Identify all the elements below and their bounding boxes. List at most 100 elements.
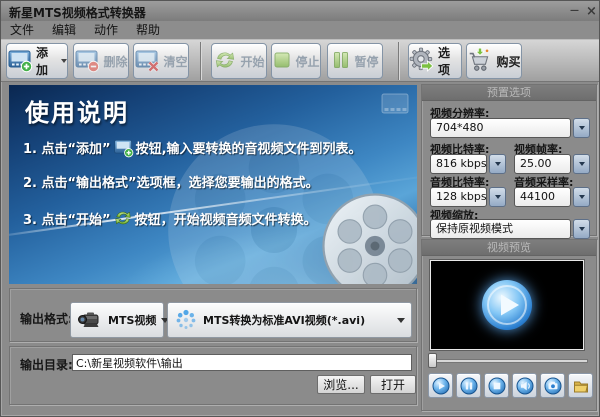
- output-format-select[interactable]: MTS转换为标准AVI视频(*.avi): [167, 302, 412, 338]
- start-button[interactable]: 开始: [211, 43, 267, 79]
- video-resolution-select[interactable]: 704*480: [430, 118, 590, 138]
- audio-samplerate-select[interactable]: 44100: [514, 187, 590, 207]
- close-icon[interactable]: ×: [584, 4, 599, 18]
- audio-samplerate-value[interactable]: 44100: [514, 187, 571, 207]
- pause-bars-icon: [331, 50, 351, 73]
- window-title: 新星MTS视频格式转换器: [9, 4, 146, 21]
- add-button[interactable]: 添加: [6, 43, 68, 79]
- player-stop-button[interactable]: [484, 373, 509, 398]
- buy-button-label: 购买: [496, 53, 520, 70]
- dropdown-arrow-icon[interactable]: [573, 118, 590, 138]
- step2-text: 2. 点击“输出格式”选项框，选择您要输出的格式。: [23, 172, 319, 191]
- instructions-heading: 使用说明: [25, 93, 129, 128]
- instruction-panel: 使用说明 1. 点击“添加” 按钮,输入要转换的音视频文件到列表。 2. 点击“…: [9, 85, 417, 284]
- big-play-icon[interactable]: [479, 277, 535, 333]
- stop-icon: [488, 377, 506, 395]
- stop-square-icon: [272, 50, 292, 73]
- clear-button-label: 清空: [163, 53, 187, 70]
- player-pause-button[interactable]: [456, 373, 481, 398]
- cart-icon: [467, 47, 493, 76]
- dropdown-arrow-icon[interactable]: [573, 187, 590, 207]
- player-play-button[interactable]: [428, 373, 453, 398]
- add-dropdown-arrow-icon: [61, 59, 67, 63]
- video-bitrate-select[interactable]: 816 kbps: [430, 154, 506, 174]
- menu-edit[interactable]: 编辑: [43, 21, 85, 39]
- preset-panel-header: 预置选项: [422, 85, 596, 101]
- menu-action[interactable]: 动作: [85, 21, 127, 39]
- title-bar: 新星MTS视频格式转换器 — ×: [1, 1, 599, 21]
- stop-button-label: 停止: [295, 53, 319, 70]
- pause-icon: [460, 377, 478, 395]
- film-remove-icon: [74, 47, 100, 76]
- output-dir-input[interactable]: [72, 354, 412, 371]
- player-mute-button[interactable]: [512, 373, 537, 398]
- options-button-label: 选项: [438, 44, 461, 78]
- folder-icon: [572, 377, 590, 395]
- browse-button[interactable]: 浏览...: [317, 375, 365, 394]
- gear-icon: [409, 47, 435, 76]
- minimize-icon[interactable]: —: [567, 4, 582, 18]
- options-button[interactable]: 选项: [408, 43, 462, 79]
- step1-text-cont: 按钮,输入要转换的音视频文件到列表。: [136, 138, 362, 157]
- start-refresh-icon: [113, 208, 133, 228]
- stop-button[interactable]: 停止: [271, 43, 321, 79]
- camera-icon: [544, 377, 562, 395]
- menu-file[interactable]: 文件: [1, 21, 43, 39]
- video-scale-value[interactable]: 保持原视频模式: [430, 219, 571, 239]
- film-add-icon: [113, 137, 134, 158]
- device-type-select[interactable]: MTS视频: [70, 302, 164, 338]
- buy-button[interactable]: 购买: [466, 43, 522, 79]
- film-reel-icon: [319, 190, 417, 284]
- device-type-value: MTS视频: [108, 312, 156, 328]
- film-clear-icon: [134, 47, 160, 76]
- dropdown-arrow-icon[interactable]: [489, 187, 506, 207]
- format-dots-icon: [174, 308, 198, 332]
- delete-button[interactable]: 删除: [73, 43, 129, 79]
- video-framerate-value[interactable]: 25.00: [514, 154, 571, 174]
- video-framerate-select[interactable]: 25.00: [514, 154, 590, 174]
- play-icon: [432, 377, 450, 395]
- video-bitrate-value[interactable]: 816 kbps: [430, 154, 487, 174]
- seek-slider-track[interactable]: [432, 359, 588, 363]
- audio-bitrate-select[interactable]: 128 kbps: [430, 187, 506, 207]
- step3-text: 3. 点击“开始”: [23, 209, 111, 228]
- start-button-label: 开始: [240, 53, 264, 70]
- output-directory-panel: 输出目录: 浏览... 打开: [9, 346, 417, 405]
- toolbar-separator: [200, 42, 201, 80]
- preset-options-panel: 预置选项 视频分辨率: 704*480 视频比特率: 视频帧率: 816 kbp…: [421, 84, 597, 236]
- open-button[interactable]: 打开: [370, 375, 416, 394]
- preview-screen[interactable]: [430, 260, 584, 350]
- film-frames-icon: [381, 93, 409, 118]
- dropdown-arrow-icon[interactable]: [573, 219, 590, 239]
- toolbar-separator: [398, 42, 399, 80]
- video-preview-panel: 视频预览: [421, 239, 597, 411]
- clear-button[interactable]: 清空: [133, 43, 189, 79]
- output-dir-label: 输出目录:: [20, 356, 73, 373]
- pause-button-label: 暂停: [354, 53, 378, 70]
- menu-help[interactable]: 帮助: [127, 21, 169, 39]
- audio-bitrate-value[interactable]: 128 kbps: [430, 187, 487, 207]
- video-resolution-value[interactable]: 704*480: [430, 118, 571, 138]
- dropdown-arrow-icon[interactable]: [573, 154, 590, 174]
- add-button-label: 添加: [36, 44, 58, 78]
- dropdown-arrow-icon[interactable]: [489, 154, 506, 174]
- step3-text-cont: 按钮，开始视频音频文件转换。: [135, 209, 317, 228]
- output-format-label: 输出格式:: [20, 310, 73, 327]
- video-scale-select[interactable]: 保持原视频模式: [430, 219, 590, 239]
- start-refresh-icon: [213, 48, 237, 75]
- step1-text: 1. 点击“添加”: [23, 138, 111, 157]
- player-open-folder-button[interactable]: [568, 373, 593, 398]
- seek-slider-thumb[interactable]: [428, 353, 437, 368]
- menu-bar: 文件 编辑 动作 帮助: [1, 21, 599, 39]
- delete-button-label: 删除: [103, 53, 127, 70]
- pause-button[interactable]: 暂停: [327, 43, 383, 79]
- preview-panel-header: 视频预览: [422, 240, 596, 256]
- film-add-icon: [7, 47, 33, 76]
- dropdown-arrow-icon: [397, 318, 405, 323]
- output-format-value: MTS转换为标准AVI视频(*.avi): [203, 312, 365, 328]
- player-snapshot-button[interactable]: [540, 373, 565, 398]
- app-window: 新星MTS视频格式转换器 — × 文件 编辑 动作 帮助 添加: [0, 0, 600, 417]
- speaker-icon: [516, 377, 534, 395]
- toolbar: 添加 删除 清空: [1, 39, 599, 82]
- camcorder-icon: [77, 310, 103, 330]
